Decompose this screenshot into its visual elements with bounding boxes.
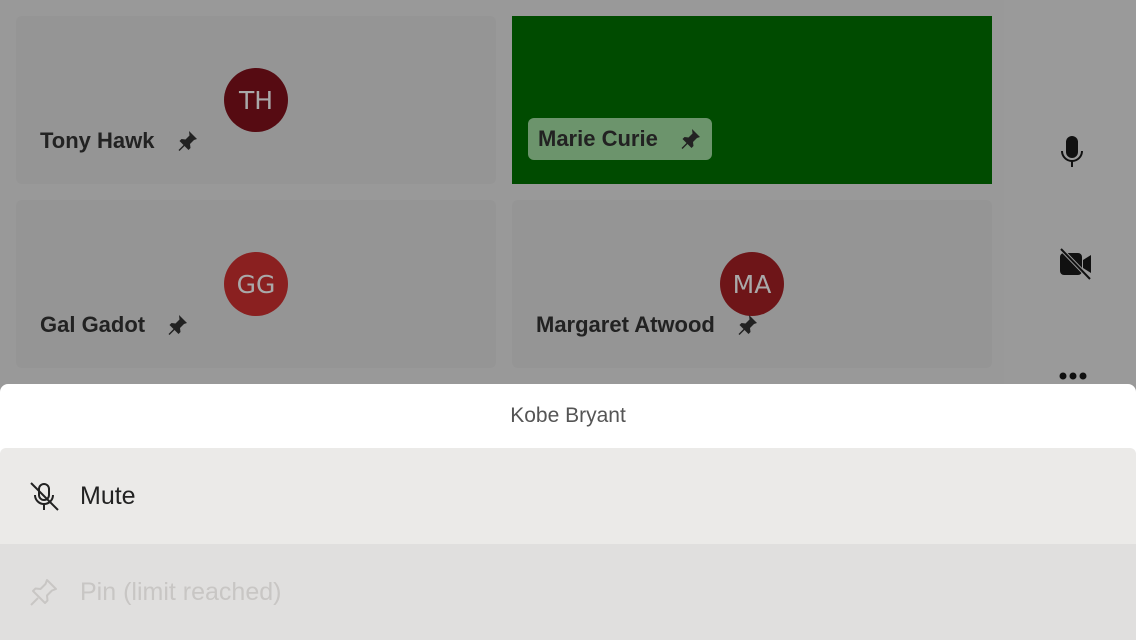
microphone-icon[interactable] (1058, 134, 1086, 170)
pin-icon[interactable] (678, 127, 702, 151)
participant-options-sheet: Kobe Bryant Mute Pin (limit reached) (0, 384, 1136, 640)
avatar: MA (720, 252, 784, 316)
participant-name: Marie Curie (538, 126, 658, 151)
camera-off-icon[interactable] (1058, 247, 1094, 281)
sheet-title: Kobe Bryant (510, 404, 626, 427)
call-controls (1004, 0, 1136, 384)
pin-label: Pin (limit reached) (80, 577, 282, 606)
participant-name: Tony Hawk (40, 128, 155, 153)
participant-tile-video[interactable]: Marie Curie (512, 16, 992, 184)
pin-icon[interactable] (165, 313, 189, 337)
mic-off-icon (30, 482, 59, 511)
pin-menu-item: Pin (limit reached) (0, 544, 1136, 640)
avatar: GG (224, 252, 288, 316)
participant-tile[interactable]: TH Tony Hawk (16, 16, 496, 184)
mute-menu-item[interactable]: Mute (0, 448, 1136, 544)
more-icon[interactable] (1058, 370, 1088, 382)
pin-icon (30, 579, 57, 606)
pin-icon[interactable] (175, 129, 199, 153)
mute-label: Mute (80, 481, 136, 510)
avatar: TH (224, 68, 288, 132)
participant-tile[interactable]: MA Margaret Atwood (512, 200, 992, 368)
participant-name: Margaret Atwood (536, 312, 715, 337)
participant-tile[interactable]: GG Gal Gadot (16, 200, 496, 368)
participant-name: Gal Gadot (40, 312, 146, 337)
pin-icon[interactable] (735, 313, 759, 337)
